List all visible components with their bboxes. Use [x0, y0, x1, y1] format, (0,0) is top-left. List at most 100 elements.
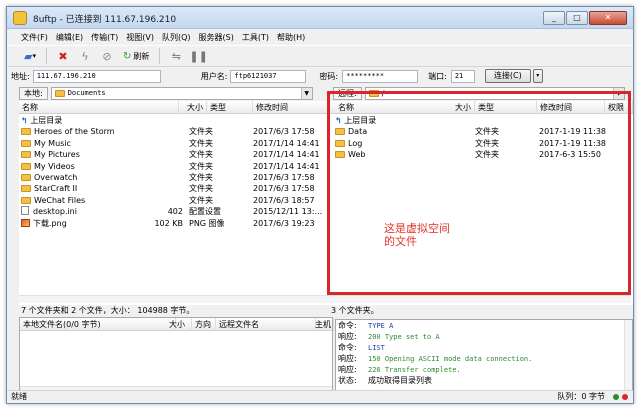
app-logo-icon [13, 11, 27, 25]
disconnect-button[interactable]: ✖ [54, 47, 72, 65]
site-manager-icon: ▰ [24, 49, 33, 63]
title-bar[interactable]: 8uftp - 已连接到 111.67.196.210 _ □ ✕ [7, 7, 633, 29]
file-time: 2017/6/3 17:58 [253, 172, 315, 182]
up-dir-label: 上层目录 [30, 116, 63, 125]
local-col-size[interactable]: 大小 [179, 101, 207, 114]
file-size: 102 KB [154, 218, 183, 228]
remote-status: 3 个文件夹。 [331, 306, 379, 315]
site-manager-button[interactable]: ▰ ▾ [21, 47, 39, 65]
file-time: 2017/1/14 14:41 [253, 161, 320, 171]
log-entry: 命令: LIST [336, 342, 632, 353]
table-row[interactable]: Overwatch 文件夹 2017/6/3 17:58 [19, 172, 331, 183]
maximize-button[interactable]: □ [566, 11, 588, 25]
file-type: 文件夹 [189, 195, 213, 205]
file-name: My Music [34, 138, 71, 148]
reconnect-button[interactable]: ϟ [76, 47, 94, 65]
stop-icon: ⊘ [102, 49, 112, 63]
file-name: My Videos [34, 161, 75, 171]
log-tag: 命令: [338, 343, 357, 352]
local-col-time[interactable]: 修改时间 [253, 101, 331, 114]
table-row[interactable]: Heroes of the Storm 文件夹 2017/6/3 17:58 [19, 126, 331, 137]
file-time: 2017/1/14 14:41 [253, 138, 320, 148]
address-input[interactable]: 111.67.196.210 [32, 69, 161, 83]
queue-col-local-file[interactable]: 本地文件名(0/0 字节) [20, 318, 176, 331]
local-file-list: ↰ 上层目录 Heroes of the Storm 文件夹 2017/6/3 17… [19, 115, 331, 229]
status-bar: 就绪 队列：0 字节 [7, 390, 633, 403]
menu-transfer[interactable]: 传输(T) [87, 32, 122, 43]
folder-icon [21, 162, 31, 170]
file-time: 2015/12/11 13:... [253, 207, 323, 217]
file-type: 文件夹 [189, 138, 213, 148]
menu-view[interactable]: 视图(V) [122, 32, 158, 43]
address-label: 地址: [11, 71, 30, 81]
file-type: 文件夹 [189, 172, 213, 182]
pause-icon: ❚❚ [189, 49, 208, 63]
stop-button[interactable]: ⊘ [98, 47, 116, 65]
annotation-note: 这是虚拟空间的文件 [384, 222, 450, 248]
table-row[interactable]: My Music 文件夹 2017/1/14 14:41 [19, 138, 331, 149]
queue-size-status: 队列：0 字节 [557, 392, 605, 401]
file-name: WeChat Files [34, 195, 86, 205]
log-tag: 响应: [338, 365, 357, 374]
red-indicator-icon [622, 394, 628, 400]
log-vertical-scrollbar[interactable] [624, 320, 632, 390]
queue-col-size[interactable]: 大小 [166, 318, 192, 331]
log-tag: 状态: [338, 376, 357, 385]
file-time: 2017/6/3 17:58 [253, 127, 315, 137]
port-input[interactable]: 21 [450, 69, 475, 83]
menu-tools[interactable]: 工具(T) [238, 32, 273, 43]
local-up-dir-row[interactable]: ↰ 上层目录 [19, 115, 331, 126]
password-input[interactable]: ********* [342, 69, 419, 83]
up-arrow-icon: ↰ 上层目录 [21, 116, 63, 125]
table-row[interactable]: StarCraft II 文件夹 2017/6/3 17:58 [19, 183, 331, 194]
local-col-type[interactable]: 类型 [207, 101, 253, 114]
username-input[interactable]: ftp6121037 [230, 69, 307, 83]
file-size: 402 [167, 207, 183, 217]
minimize-button[interactable]: _ [543, 11, 565, 25]
log-message: 200 Type set to A [368, 333, 440, 341]
file-type: 文件夹 [189, 184, 213, 194]
log-message: 150 Opening ASCII mode data connection. [368, 355, 533, 363]
queue-col-host[interactable]: 主机 [312, 318, 334, 331]
dropdown-arrow-icon[interactable]: ▼ [300, 87, 312, 99]
connect-button[interactable]: 连接(C) [484, 69, 531, 83]
local-status: 7 个文件夹和 2 个文件，大小： 104988 字节。 [21, 306, 195, 315]
dropdown-arrow-icon: ▾ [32, 52, 36, 60]
remote-horizontal-scrollbar[interactable] [331, 295, 631, 303]
menu-bar: 文件(F) 编辑(E) 传输(T) 视图(V) 队列(Q) 服务器(S) 工具(… [7, 29, 633, 45]
transfer-queue: 本地文件名(0/0 字节) 大小 方向 远程文件名 主机 [19, 317, 334, 395]
file-time: 2017/1/14 14:41 [253, 150, 320, 160]
folder-icon [21, 185, 31, 193]
status-ready: 就绪 [11, 392, 27, 401]
log-entry: 响应: 226 Transfer complete. [336, 364, 632, 375]
local-path-select[interactable]: Documents ▼ [50, 86, 313, 100]
file-type: 文件夹 [189, 127, 213, 137]
refresh-button[interactable]: ↻ 刷新 [120, 47, 152, 65]
close-button[interactable]: ✕ [589, 11, 627, 25]
password-label: 密码: [319, 71, 339, 81]
menu-help[interactable]: 帮助(H) [273, 32, 309, 43]
menu-edit[interactable]: 编辑(E) [52, 32, 87, 43]
pause-button[interactable]: ❚❚ [189, 47, 207, 65]
local-horizontal-scrollbar[interactable] [19, 295, 331, 303]
log-panel: 命令: TYPE A 响应: 200 Type set to A 命令: LIST 响… [335, 319, 633, 391]
table-row[interactable]: WeChat Files 文件夹 2017/6/3 18:57 [19, 195, 331, 206]
table-row[interactable]: My Videos 文件夹 2017/1/14 14:41 [19, 161, 331, 172]
table-row[interactable]: My Pictures 文件夹 2017/1/14 14:41 [19, 149, 331, 160]
refresh-label: 刷新 [133, 51, 150, 61]
table-row[interactable]: 下载.png 102 KB PNG 图像 2017/6/3 19:23 [19, 218, 331, 229]
local-col-name[interactable]: 名称 [19, 101, 179, 114]
highlight-box [327, 91, 631, 295]
connect-dropdown-button[interactable]: ▾ [532, 69, 543, 83]
process-queue-button[interactable]: ⇋ [167, 47, 185, 65]
queue-col-direction[interactable]: 方向 [192, 318, 216, 331]
log-tag: 响应: [338, 354, 357, 363]
menu-server[interactable]: 服务器(S) [195, 32, 238, 43]
table-row[interactable]: desktop.ini 402 配置设置 2015/12/11 13:... [19, 206, 331, 217]
log-entry: 响应: 200 Type set to A [336, 331, 632, 342]
menu-file[interactable]: 文件(F) [17, 32, 52, 43]
file-type: 文件夹 [189, 150, 213, 160]
menu-queue[interactable]: 队列(Q) [158, 32, 195, 43]
log-tag: 响应: [338, 332, 357, 341]
queue-col-remote-file[interactable]: 远程文件名 [216, 318, 316, 331]
